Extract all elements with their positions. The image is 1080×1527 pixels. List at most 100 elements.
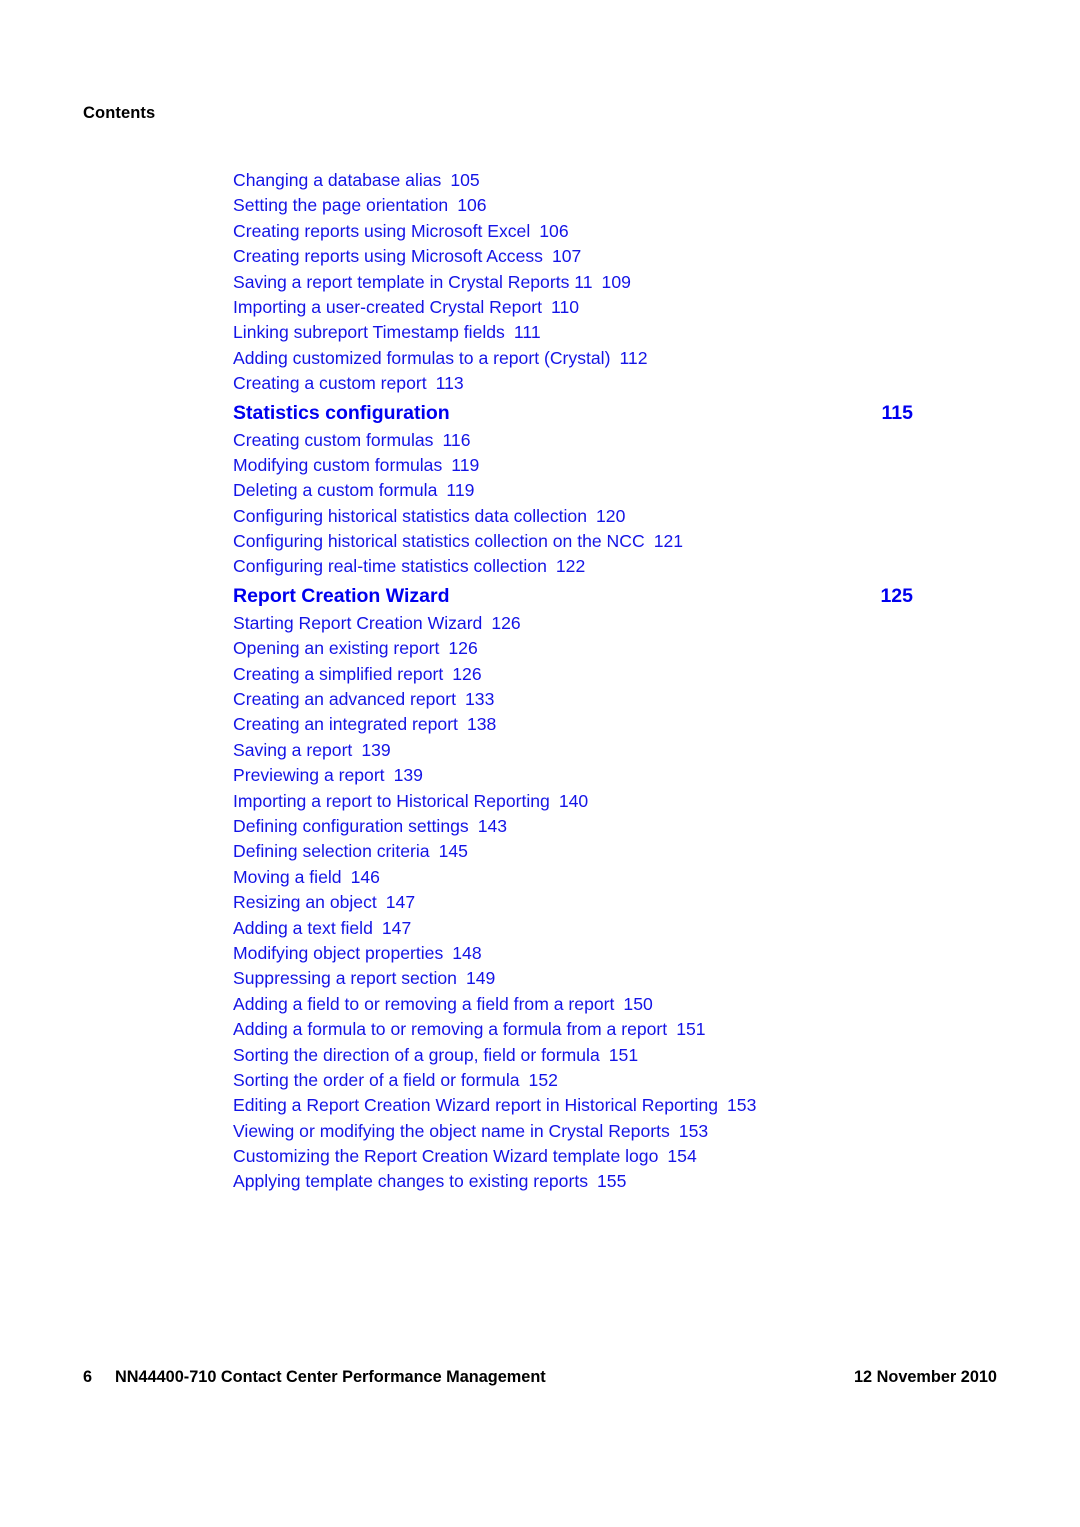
toc-entry-title: Modifying custom formulas (233, 454, 443, 475)
toc-entry-title: Defining selection criteria (233, 841, 430, 862)
toc-entry[interactable]: Previewing a report 139 (233, 763, 913, 788)
toc-section-title: Report Creation Wizard (233, 584, 450, 607)
toc-entry[interactable]: Creating reports using Microsoft Access 1… (233, 244, 913, 269)
toc-entry[interactable]: Saving a report 139 (233, 738, 913, 763)
toc-entry[interactable]: Sorting the direction of a group, field … (233, 1043, 913, 1068)
toc-entry-title: Deleting a custom formula (233, 480, 438, 501)
toc-entry-page-number: 122 (555, 556, 586, 577)
toc-entry[interactable]: Creating a custom report 113 (233, 371, 913, 396)
toc-entry[interactable]: Importing a report to Historical Reporti… (233, 789, 913, 814)
toc-entry-title: Configuring historical statistics collec… (233, 531, 645, 552)
toc-entry-page-number: 138 (466, 714, 497, 735)
toc-entry-title: Importing a report to Historical Reporti… (233, 790, 550, 811)
toc-entry-page-number: 109 (601, 271, 631, 292)
toc-entry[interactable]: Adding a formula to or removing a formul… (233, 1017, 913, 1042)
toc-entry-page-number: 151 (608, 1044, 639, 1065)
toc-entry-page-number: 145 (438, 841, 468, 862)
toc-entry-page-number: 155 (597, 1171, 627, 1192)
toc-entry[interactable]: Linking subreport Timestamp fields 111 (233, 320, 913, 345)
toc-entry-page-number: 126 (491, 612, 521, 633)
toc-entry-page-number: 121 (653, 531, 684, 552)
footer-page-number: 6 (83, 1368, 93, 1386)
toc-entry-title: Previewing a report (233, 765, 385, 786)
toc-entry[interactable]: Applying template changes to existing re… (233, 1169, 913, 1194)
toc-entry-page-number: 152 (528, 1069, 558, 1090)
toc-entry-title: Sorting the direction of a group, field … (233, 1044, 600, 1065)
toc-entry-title: Creating an advanced report (233, 689, 456, 710)
toc-entry-page-number: 119 (451, 454, 480, 475)
toc-entry-title: Customizing the Report Creation Wizard t… (233, 1146, 659, 1167)
toc-entry-title: Adding a formula to or removing a formul… (233, 1019, 668, 1040)
toc-entry-page-number: 105 (450, 170, 480, 190)
toc-entry-title: Creating an integrated report (233, 714, 458, 735)
toc-entry[interactable]: Configuring real-time statistics collect… (233, 554, 913, 579)
toc-entry[interactable]: Suppressing a report section 149 (233, 966, 913, 991)
toc-entry[interactable]: Creating reports using Microsoft Excel 10… (233, 219, 913, 244)
toc-entry-page-number: 153 (727, 1095, 757, 1116)
toc-entry-title: Creating a custom report (233, 373, 427, 394)
toc-entry-page-number: 113 (435, 373, 464, 394)
toc-entry[interactable]: Editing a Report Creation Wizard report … (233, 1093, 913, 1118)
toc-entry-page-number: 146 (350, 866, 380, 887)
toc-entry[interactable]: Resizing an object 147 (233, 890, 913, 915)
toc-entry-page-number: 112 (619, 347, 648, 368)
toc-entry[interactable]: Customizing the Report Creation Wizard t… (233, 1144, 913, 1169)
toc-entry-title: Viewing or modifying the object name in … (233, 1120, 670, 1141)
toc-entry-title: Adding customized formulas to a report (… (233, 347, 611, 368)
toc-entry-title: Adding a field to or removing a field fr… (233, 993, 615, 1014)
toc-entry-page-number: 147 (385, 892, 416, 913)
toc-entry[interactable]: Adding a text field 147 (233, 916, 913, 941)
toc-entry-title: Moving a field (233, 866, 342, 887)
toc-entry-page-number: 120 (596, 505, 626, 526)
toc-entry-title: Setting the page orientation (233, 195, 449, 216)
toc-entry[interactable]: Sorting the order of a field or formula 1… (233, 1068, 913, 1093)
toc-entry-page-number: 126 (452, 663, 482, 684)
toc-entry-title: Creating custom formulas (233, 429, 434, 450)
toc-entry-title: Linking subreport Timestamp fields (233, 322, 505, 343)
table-of-contents: Changing a database alias 105 Setting the … (233, 168, 913, 1195)
toc-entry-page-number: 133 (465, 689, 495, 710)
toc-section-heading[interactable]: Statistics configuration 115 (233, 399, 913, 427)
toc-entry-page-number: 147 (381, 917, 412, 938)
toc-entry-title: Editing a Report Creation Wizard report … (233, 1095, 719, 1116)
toc-entry-title: Adding a text field (233, 917, 373, 938)
toc-entry[interactable]: Adding a field to or removing a field fr… (233, 992, 913, 1017)
toc-entry[interactable]: Viewing or modifying the object name in … (233, 1119, 913, 1144)
toc-entry[interactable]: Changing a database alias 105 (233, 168, 913, 193)
toc-entry[interactable]: Creating a simplified report 126 (233, 662, 913, 687)
toc-entry-title: Defining configuration settings (233, 815, 469, 836)
toc-entry-page-number: 107 (551, 246, 582, 267)
toc-entry-page-number: 106 (539, 220, 569, 241)
toc-entry-page-number: 139 (393, 765, 423, 786)
toc-entry-page-number: 110 (551, 296, 580, 317)
toc-entry[interactable]: Configuring historical statistics collec… (233, 529, 913, 554)
toc-entry[interactable]: Modifying object properties 148 (233, 941, 913, 966)
toc-section-heading[interactable]: Report Creation Wizard 125 (233, 582, 913, 610)
toc-entry[interactable]: Modifying custom formulas 119 (233, 453, 913, 478)
toc-entry-title: Configuring historical statistics data c… (233, 505, 587, 526)
toc-entry[interactable]: Creating custom formulas 116 (233, 428, 913, 453)
toc-entry[interactable]: Setting the page orientation 106 (233, 193, 913, 218)
toc-entry[interactable]: Starting Report Creation Wizard 126 (233, 611, 913, 636)
toc-entry[interactable]: Defining selection criteria 145 (233, 839, 913, 864)
toc-entry[interactable]: Defining configuration settings 143 (233, 814, 913, 839)
toc-entry[interactable]: Saving a report template in Crystal Repo… (233, 270, 913, 295)
toc-entry[interactable]: Deleting a custom formula 119 (233, 478, 913, 503)
toc-entry[interactable]: Creating an advanced report 133 (233, 687, 913, 712)
toc-entry[interactable]: Configuring historical statistics data c… (233, 504, 913, 529)
toc-entry-title: Resizing an object (233, 892, 377, 913)
toc-entry[interactable]: Creating an integrated report 138 (233, 712, 913, 737)
toc-entry[interactable]: Moving a field 146 (233, 865, 913, 890)
running-header-contents: Contents (83, 104, 156, 122)
toc-entry[interactable]: Adding customized formulas to a report (… (233, 346, 913, 371)
toc-entry[interactable]: Opening an existing report 126 (233, 636, 913, 661)
toc-entry[interactable]: Importing a user-created Crystal Report 1… (233, 295, 913, 320)
toc-entry-title: Opening an existing report (233, 638, 440, 659)
toc-entry-page-number: 111 (513, 322, 541, 343)
toc-entry-page-number: 126 (448, 638, 478, 659)
toc-entry-title: Creating reports using Microsoft Excel (233, 220, 531, 241)
toc-entry-page-number: 140 (558, 790, 589, 811)
toc-section-page-number: 125 (880, 584, 913, 607)
toc-entry-title: Configuring real-time statistics collect… (233, 556, 547, 577)
page-footer: 6 NN44400-710 Contact Center Performance… (83, 1368, 997, 1390)
